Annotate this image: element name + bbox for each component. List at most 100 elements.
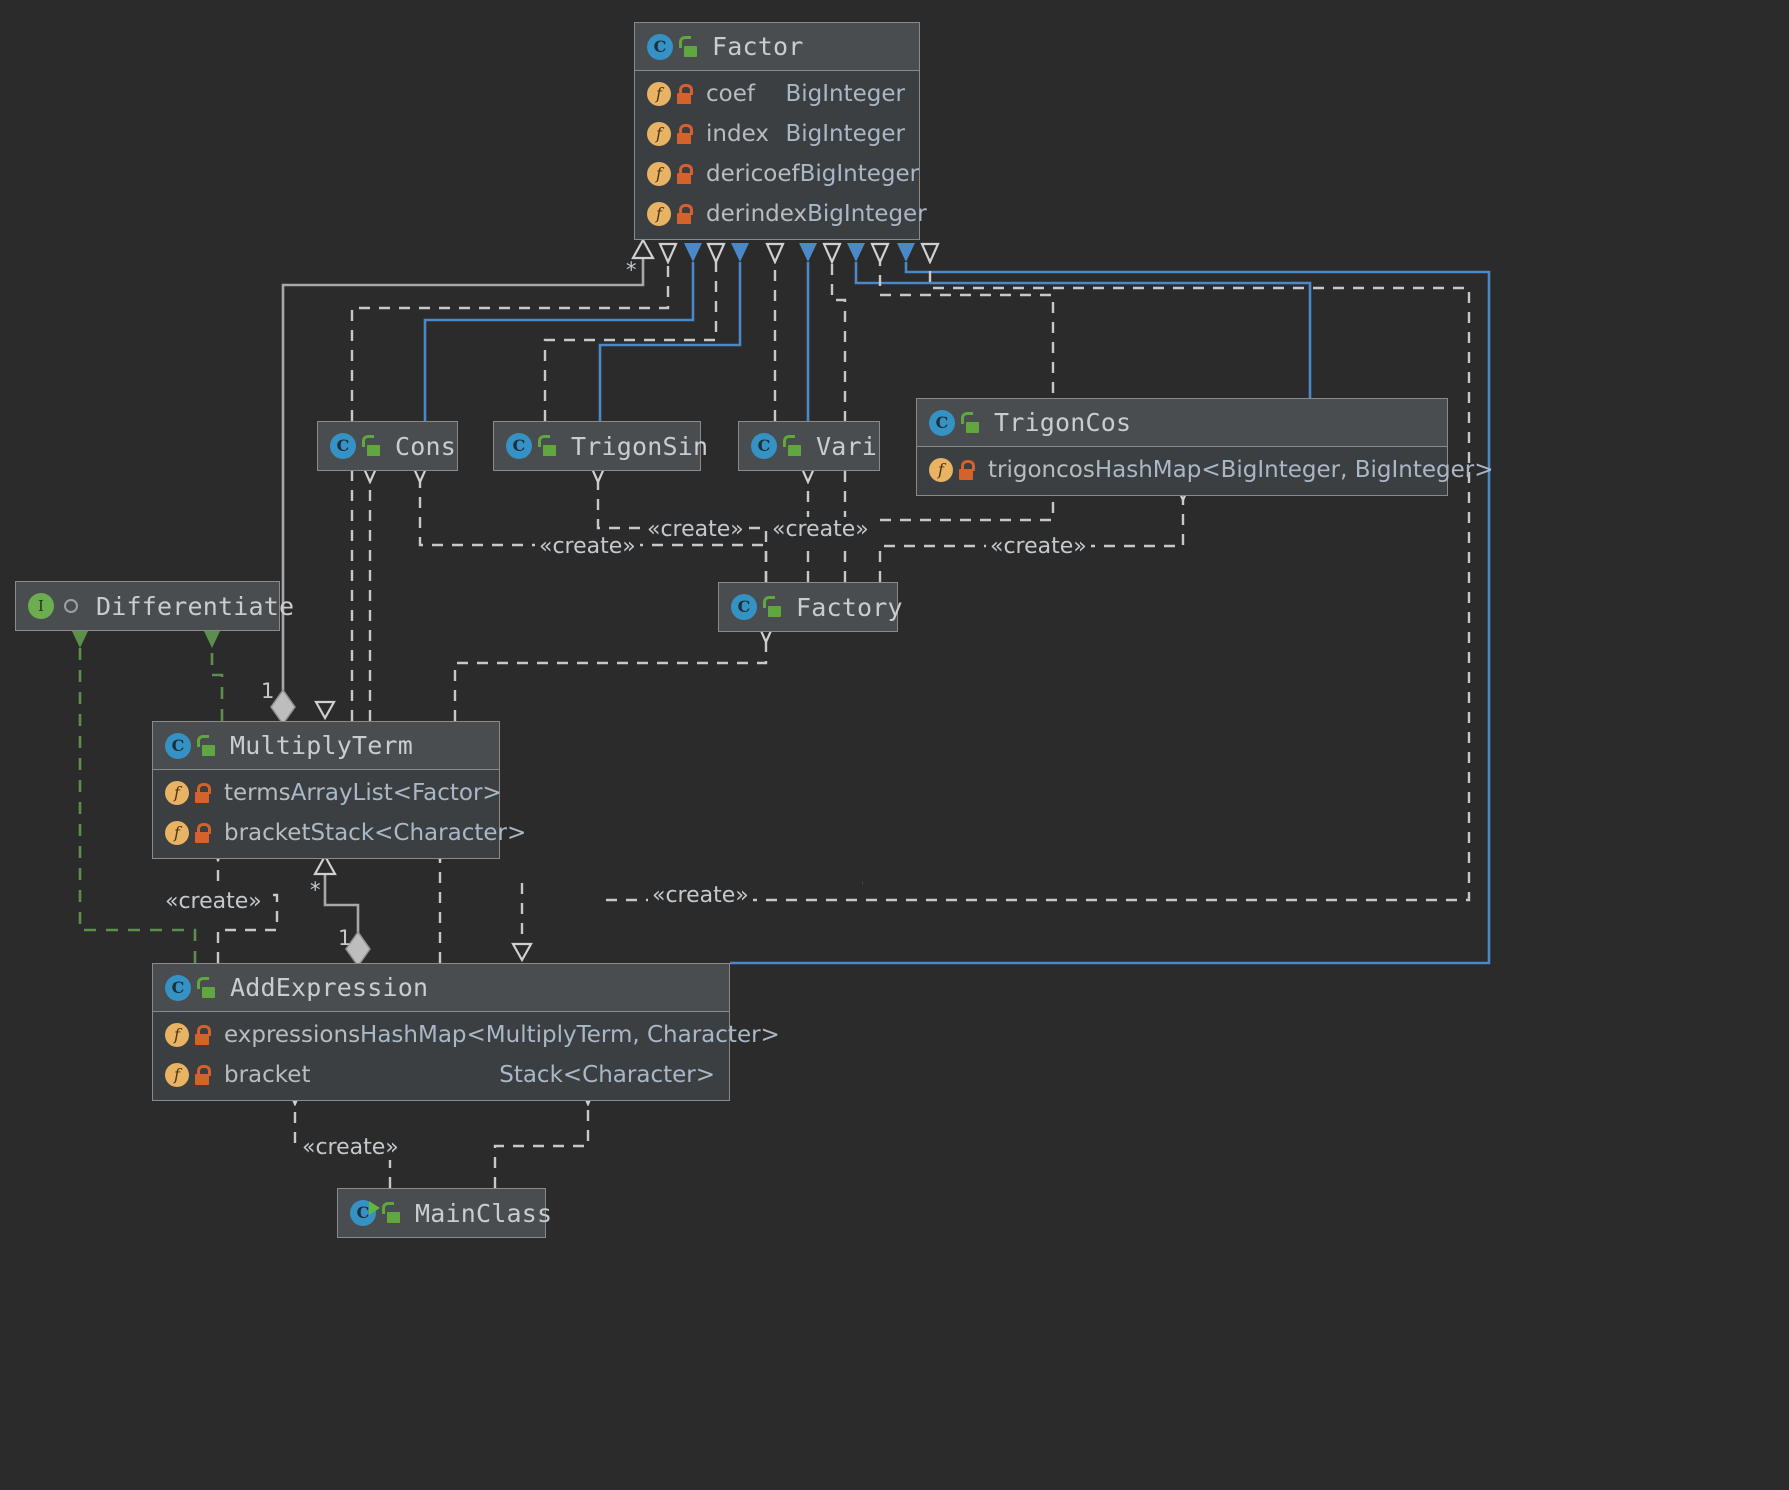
unlocked-padlock-icon	[361, 434, 381, 458]
class-node-differentiate[interactable]: Differentiate	[15, 581, 294, 631]
locked-padlock-icon	[676, 83, 694, 105]
field-icon	[647, 82, 671, 106]
uml-class-diagram: FactorcoefBigIntegerindexBigIntegerderic…	[0, 0, 1789, 1490]
locked-padlock-icon	[958, 459, 976, 481]
field-type-label: Stack<Character>	[499, 1062, 715, 1088]
class-node-header-addexpression[interactable]: AddExpression	[153, 964, 729, 1012]
class-icon	[929, 409, 955, 436]
edge-mainclass-uses-addexpression	[493, 1104, 588, 1188]
unlocked-padlock-icon	[381, 1201, 401, 1225]
field-type-label: HashMap<MultiplyTerm, Character>	[360, 1022, 780, 1048]
field-icon	[929, 458, 953, 482]
edge-stereotype-label: «create»	[648, 883, 753, 908]
locked-padlock-icon	[676, 203, 694, 225]
arrowhead-down-multiplyterm	[314, 700, 336, 721]
edge-addexpression-uses-factor	[606, 262, 1471, 902]
field-row[interactable]: derindexBigInteger	[635, 194, 927, 234]
class-icon	[165, 732, 191, 759]
class-node-header-vari[interactable]: Vari	[739, 422, 879, 470]
field-type-label: BigInteger	[785, 121, 905, 147]
field-name-label: terms	[224, 780, 291, 806]
field-icon	[165, 1023, 189, 1047]
field-icon	[165, 1063, 189, 1087]
unlocked-padlock-icon	[762, 595, 782, 619]
class-runnable-icon	[350, 1200, 380, 1226]
field-row[interactable]: index BigInteger	[635, 114, 919, 154]
edge-trigoncos-extends-factor	[847, 243, 1312, 398]
locked-padlock-icon	[194, 822, 212, 844]
class-icon	[165, 974, 191, 1001]
class-node-cons[interactable]: Cons	[317, 421, 458, 471]
field-type-label: HashMap<BigInteger, BigInteger>	[1094, 457, 1494, 483]
edge-stereotype-label: «create»	[768, 517, 873, 542]
class-node-mainclass[interactable]: MainClass	[337, 1188, 552, 1238]
field-row[interactable]: termsArrayList<Factor>	[153, 773, 502, 813]
class-name-label: Factory	[796, 592, 903, 622]
class-node-factor[interactable]: FactorcoefBigIntegerindexBigIntegerderic…	[634, 22, 927, 240]
field-icon	[647, 122, 671, 146]
diamond-multiplyterm	[270, 688, 296, 726]
multiplicity-label: *	[310, 878, 321, 902]
unlocked-padlock-icon	[782, 434, 802, 458]
edge-stereotype-label: «create»	[986, 534, 1091, 559]
class-fields-addexpression: expressionsHashMap<MultiplyTerm, Charact…	[153, 1012, 780, 1100]
class-node-factory[interactable]: Factory	[718, 582, 903, 632]
field-type-label: BigInteger	[807, 201, 927, 227]
locked-padlock-icon	[676, 123, 694, 145]
unlocked-padlock-icon	[196, 976, 216, 1000]
edge-stereotype-label: «create»	[298, 1135, 403, 1160]
edge-stereotype-label: «create»	[643, 517, 748, 542]
class-name-label: MultiplyTerm	[230, 731, 414, 760]
class-name-label: TrigonSin	[571, 431, 709, 461]
field-type-label: ArrayList<Factor>	[290, 780, 502, 806]
edge-stereotype-label: «create»	[161, 889, 266, 914]
locked-padlock-icon	[194, 1024, 212, 1046]
field-icon	[647, 202, 671, 226]
field-icon	[165, 821, 189, 845]
field-name-label: derindex	[706, 201, 808, 227]
field-row[interactable]: trigoncosHashMap<BigInteger, BigInteger>	[917, 450, 1494, 490]
class-node-multiplyterm[interactable]: MultiplyTermtermsArrayList<Factor>bracke…	[152, 721, 526, 859]
interface-icon	[28, 593, 54, 619]
field-icon	[647, 162, 671, 186]
inheritance-edges	[423, 243, 1491, 965]
class-node-addexpression[interactable]: AddExpression expressionsHashMap<Multiply…	[152, 963, 780, 1101]
field-row[interactable]: bracket Stack<Character>	[153, 1055, 729, 1095]
class-icon	[330, 433, 356, 459]
field-name-label: trigoncos	[988, 457, 1095, 483]
multiplicity-label: 1	[338, 926, 352, 950]
class-node-header-multiplyterm[interactable]: MultiplyTerm	[153, 722, 499, 770]
field-row[interactable]: coef BigInteger	[635, 74, 919, 114]
edge-stereotype-label: «create»	[535, 534, 640, 559]
class-name-label: Differentiate	[96, 591, 295, 621]
field-name-label: expressions	[224, 1022, 361, 1048]
class-node-header-mainclass[interactable]: MainClass	[338, 1189, 552, 1237]
field-row[interactable]: expressionsHashMap<MultiplyTerm, Charact…	[153, 1015, 780, 1055]
class-fields-trigoncos: trigoncosHashMap<BigInteger, BigInteger>	[917, 447, 1494, 495]
public-dot-icon	[64, 599, 78, 613]
class-icon	[751, 433, 777, 459]
field-name-label: coef	[706, 81, 755, 107]
multiplicity-label: 1	[261, 679, 275, 703]
field-name-label: bracket	[224, 1062, 311, 1088]
class-node-header-differentiate[interactable]: Differentiate	[16, 582, 294, 630]
class-node-header-trigoncos[interactable]: TrigonCos	[917, 399, 1447, 447]
class-name-label: Vari	[816, 431, 878, 461]
edge-multiplyterm-uses-factor	[350, 262, 668, 721]
field-type-label: BigInteger	[799, 161, 920, 187]
class-node-vari[interactable]: Vari	[738, 421, 880, 471]
class-node-header-trigonsin[interactable]: TrigonSin	[494, 422, 708, 470]
field-row[interactable]: bracketStack<Character>	[153, 813, 526, 853]
class-node-trigoncos[interactable]: TrigonCos trigoncosHashMap<BigInteger, Bi…	[916, 398, 1494, 496]
class-node-header-cons[interactable]: Cons	[318, 422, 457, 470]
arrowhead-down-addexpression	[511, 942, 533, 963]
class-node-header-factory[interactable]: Factory	[719, 583, 903, 631]
edge-multiplyterm-uses-factory	[453, 642, 766, 721]
edge-dep-a-factor	[543, 262, 716, 421]
field-row[interactable]: dericoefBigInteger	[635, 154, 919, 194]
locked-padlock-icon	[194, 1064, 212, 1086]
class-node-trigonsin[interactable]: TrigonSin	[493, 421, 708, 471]
class-node-header-factor[interactable]: Factor	[635, 23, 919, 71]
locked-padlock-icon	[194, 782, 212, 804]
unlocked-padlock-icon	[196, 734, 216, 758]
